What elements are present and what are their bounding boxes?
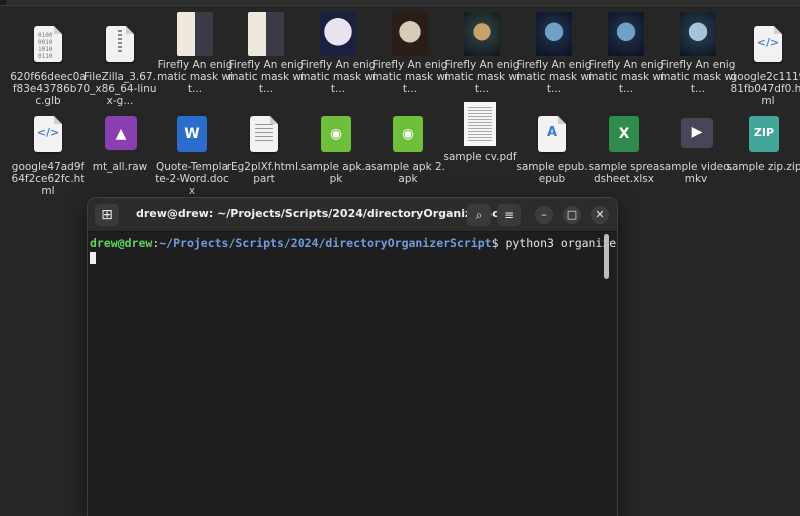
file-google-html-1[interactable]: </> google2c111981fb047df0.html — [730, 24, 800, 107]
close-icon[interactable]: ✕ — [591, 206, 609, 224]
prompt-user: drew@drew — [90, 236, 153, 250]
file-mkv[interactable]: ▶ sample video.mkv — [658, 114, 734, 185]
file-label: Firefly An enigmatic mask wit... — [444, 59, 520, 95]
file-firefly-6[interactable]: Firefly An enigmatic mask wit... — [516, 12, 592, 95]
file-label: sample spreadsheet.xlsx — [588, 161, 660, 185]
file-apk-2[interactable]: ◉ sample apk 2.apk — [370, 114, 446, 185]
panel-corner — [0, 0, 6, 5]
android-apk-icon: ◉ — [317, 114, 355, 158]
text-cursor — [90, 250, 617, 267]
mask-image-icon — [463, 12, 501, 56]
file-apk-1[interactable]: ◉ sample apk.apk — [298, 114, 374, 185]
word-file-icon: W — [173, 114, 211, 158]
new-tab-icon[interactable]: ⊞ — [95, 204, 119, 226]
video-file-icon: ▶ — [677, 114, 715, 158]
file-firefly-3[interactable]: Firefly An enigmatic mask wit... — [300, 12, 376, 95]
mask-image-icon — [679, 12, 717, 56]
maximize-icon[interactable]: □ — [563, 206, 581, 224]
android-apk-icon: ◉ — [389, 114, 427, 158]
menu-icon[interactable]: ≡ — [497, 204, 521, 226]
file-docx[interactable]: W Quote-Template-2-Word.docx — [154, 114, 230, 197]
file-epub[interactable]: A sample epub.epub — [514, 114, 590, 185]
command-text: python3 organizer.py — [505, 236, 617, 250]
file-label: Firefly An enigmatic mask wit... — [660, 59, 736, 95]
file-label: sample zip.zip — [726, 161, 800, 173]
file-firefly-7[interactable]: Firefly An enigmatic mask wit... — [588, 12, 664, 95]
file-xlsx[interactable]: X sample spreadsheet.xlsx — [586, 114, 662, 185]
file-label: Firefly An enigmatic mask wit... — [516, 59, 592, 95]
file-firefly-1[interactable]: Firefly An enigmatic mask wit... — [157, 12, 233, 95]
file-label: mt_all.raw — [92, 161, 148, 173]
file-html-part[interactable]: rEg2plXf.html.part — [226, 114, 302, 185]
minimize-icon[interactable]: – — [535, 206, 553, 224]
file-label: 620f66deec0af83e43786b7c.glb — [10, 71, 86, 107]
text-file-icon — [245, 114, 283, 158]
top-panel-edge — [0, 0, 800, 6]
terminal-scrollbar[interactable] — [604, 234, 609, 279]
raw-file-icon: ▲ — [101, 114, 139, 158]
file-label: Firefly An enigmatic mask wit... — [300, 59, 376, 95]
prompt-line: drew@drew:~/Projects/Scripts/2024/direct… — [90, 236, 617, 250]
mask-image-icon — [535, 12, 573, 56]
mask-image-icon — [176, 12, 214, 56]
file-firefly-4[interactable]: Firefly An enigmatic mask wit... — [372, 12, 448, 95]
file-label: FileZilla_3.67.0_x86_64-linux-g... — [83, 71, 157, 107]
file-firefly-8[interactable]: Firefly An enigmatic mask wit... — [660, 12, 736, 95]
file-label: sample epub.epub — [516, 161, 588, 185]
file-label: rEg2plXf.html.part — [226, 161, 302, 185]
file-pdf[interactable]: sample cv.pdf — [442, 102, 518, 163]
file-label: sample apk.apk — [300, 161, 372, 185]
excel-file-icon: X — [605, 114, 643, 158]
html-file-icon: </> — [749, 24, 787, 68]
file-label: google47ad9f64f2ce62fc.html — [11, 161, 85, 197]
file-label: Quote-Template-2-Word.docx — [155, 161, 229, 197]
terminal-title: drew@drew: ~/Projects/Scripts/2024/direc… — [136, 207, 522, 220]
zip-file-icon: ZIP — [745, 114, 783, 158]
terminal-titlebar[interactable]: ⊞ drew@drew: ~/Projects/Scripts/2024/dir… — [88, 198, 617, 232]
epub-file-icon: A — [533, 114, 571, 158]
file-label: sample video.mkv — [659, 161, 733, 185]
binary-file-icon: 0100 0010 1010 0110 — [29, 24, 67, 68]
file-raw[interactable]: ▲ mt_all.raw — [82, 114, 158, 173]
file-firefly-5[interactable]: Firefly An enigmatic mask wit... — [444, 12, 520, 95]
mask-image-icon — [247, 12, 285, 56]
archive-file-icon — [101, 24, 139, 68]
file-label: sample apk 2.apk — [370, 161, 446, 185]
file-google-html-2[interactable]: </> google47ad9f64f2ce62fc.html — [10, 114, 86, 197]
file-label: Firefly An enigmatic mask wit... — [157, 59, 233, 95]
file-label: Firefly An enigmatic mask wit... — [372, 59, 448, 95]
mask-image-icon — [607, 12, 645, 56]
file-label: sample cv.pdf — [443, 151, 517, 163]
file-label: google2c111981fb047df0.html — [730, 71, 800, 107]
html-file-icon: </> — [29, 114, 67, 158]
file-firefly-2[interactable]: Firefly An enigmatic mask wit... — [228, 12, 304, 95]
mask-image-icon — [391, 12, 429, 56]
file-glb[interactable]: 0100 0010 1010 0110 620f66deec0af83e43786b7… — [10, 24, 86, 107]
file-zip[interactable]: ZIP sample zip.zip — [726, 114, 800, 173]
prompt-symbol: $ — [491, 236, 506, 250]
search-icon[interactable]: ⌕ — [467, 204, 491, 226]
file-label: Firefly An enigmatic mask wit... — [588, 59, 664, 95]
pdf-file-icon — [461, 102, 499, 148]
terminal-window[interactable]: ⊞ drew@drew: ~/Projects/Scripts/2024/dir… — [88, 198, 617, 516]
terminal-output[interactable]: drew@drew:~/Projects/Scripts/2024/direct… — [88, 232, 617, 516]
file-label: Firefly An enigmatic mask wit... — [228, 59, 304, 95]
prompt-path: ~/Projects/Scripts/2024/directoryOrganiz… — [159, 236, 492, 250]
file-filezilla[interactable]: FileZilla_3.67.0_x86_64-linux-g... — [82, 24, 158, 107]
mask-image-icon — [319, 12, 357, 56]
